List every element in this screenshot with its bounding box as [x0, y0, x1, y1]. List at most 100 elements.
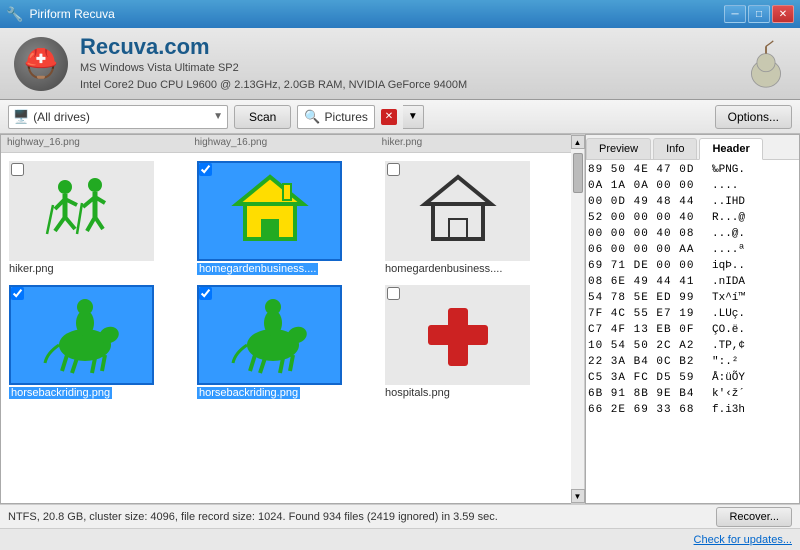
check-updates-link[interactable]: Check for updates... — [694, 534, 792, 546]
hex-bytes: 0A 1A 0A 00 00 — [588, 178, 708, 194]
file-panel: highway_16.png highway_16.png hiker.png — [0, 134, 571, 504]
file-checkbox[interactable] — [387, 163, 400, 176]
app-header: ⛑️ Recuva.com MS Windows Vista Ultimate … — [0, 28, 800, 100]
hex-row: 06 00 00 00 AA....ª — [588, 242, 797, 258]
hex-bytes: 54 78 5E ED 99 — [588, 290, 708, 306]
app-name: Recuva.com — [80, 34, 746, 60]
thumbnail — [385, 161, 530, 261]
close-button[interactable]: ✕ — [772, 5, 794, 23]
hex-bytes: 7F 4C 55 E7 19 — [588, 306, 708, 322]
file-type-dropdown-button[interactable]: ▼ — [403, 105, 424, 129]
hex-bytes: 10 54 50 2C A2 — [588, 338, 708, 354]
title-bar: 🔧 Piriform Recuva ─ □ ✕ — [0, 0, 800, 28]
hex-bytes: 00 0D 49 48 44 — [588, 194, 708, 210]
main-content: highway_16.png highway_16.png hiker.png — [0, 134, 800, 504]
hex-ascii: ....ª — [708, 242, 745, 258]
drive-label: (All drives) — [33, 110, 213, 124]
search-icon: 🔍 — [304, 109, 320, 125]
hex-view: 89 50 4E 47 0D‰PNG.0A 1A 0A 00 00....00 … — [586, 160, 799, 503]
col-header-2: highway_16.png — [192, 136, 379, 151]
hex-ascii: .LUç. — [708, 306, 745, 322]
hex-row: 69 71 DE 00 00iqÞ.. — [588, 258, 797, 274]
file-checkbox[interactable] — [199, 287, 212, 300]
list-item[interactable]: hiker.png — [5, 157, 191, 279]
options-button[interactable]: Options... — [715, 105, 792, 129]
minimize-button[interactable]: ─ — [724, 5, 746, 23]
tab-header[interactable]: Header — [699, 138, 762, 160]
scan-button[interactable]: Scan — [234, 105, 291, 129]
file-checkbox[interactable] — [387, 287, 400, 300]
hex-bytes: 89 50 4E 47 0D — [588, 162, 708, 178]
drive-selector[interactable]: 🖥️ (All drives) ▼ — [8, 105, 228, 129]
hex-ascii: .... — [708, 178, 738, 194]
app-logo: ⛑️ — [14, 37, 68, 91]
file-grid: hiker.png — [1, 153, 571, 503]
thumbnail — [197, 161, 342, 261]
file-panel-scrollbar[interactable]: ▲ ▼ — [571, 134, 585, 504]
preview-tabs: Preview Info Header — [586, 135, 799, 160]
status-text: NTFS, 20.8 GB, cluster size: 4096, file … — [8, 511, 498, 523]
list-item[interactable]: horsebackriding.png — [5, 281, 191, 403]
file-column-headers: highway_16.png highway_16.png hiker.png — [1, 135, 571, 153]
hex-ascii: Tx^í™ — [708, 290, 745, 306]
hex-row: 66 2E 69 33 68f.i3h — [588, 402, 797, 418]
hex-row: 7F 4C 55 E7 19.LUç. — [588, 306, 797, 322]
hex-row: 10 54 50 2C A2.TP,¢ — [588, 338, 797, 354]
recover-button[interactable]: Recover... — [716, 507, 792, 527]
hex-bytes: 69 71 DE 00 00 — [588, 258, 708, 274]
hex-row: 54 78 5E ED 99Tx^í™ — [588, 290, 797, 306]
list-item[interactable]: homegardenbusiness.... — [193, 157, 379, 279]
tab-preview[interactable]: Preview — [586, 138, 651, 159]
hex-bytes: 66 2E 69 33 68 — [588, 402, 708, 418]
hex-bytes: 00 00 00 40 08 — [588, 226, 708, 242]
file-checkbox[interactable] — [11, 163, 24, 176]
list-item[interactable]: homegardenbusiness.... — [381, 157, 567, 279]
preview-panel: Preview Info Header 89 50 4E 47 0D‰PNG.0… — [585, 134, 800, 504]
toolbar: 🖥️ (All drives) ▼ Scan 🔍 Pictures ✕ ▼ Op… — [0, 100, 800, 134]
col-header-1: highway_16.png — [5, 136, 192, 151]
tab-info[interactable]: Info — [653, 138, 697, 159]
file-checkbox[interactable] — [11, 287, 24, 300]
drive-dropdown-arrow: ▼ — [213, 111, 223, 122]
hex-row: 22 3A B4 0C B2":.² — [588, 354, 797, 370]
drive-icon: 🖥️ — [13, 109, 29, 125]
hex-row: C7 4F 13 EB 0FÇO.ë. — [588, 322, 797, 338]
hex-row: 6B 91 8B 9E B4k'‹ž´ — [588, 386, 797, 402]
hex-ascii: ÇO.ë. — [708, 322, 745, 338]
hex-ascii: k'‹ž´ — [708, 386, 745, 402]
list-item[interactable]: hospitals.png — [381, 281, 567, 403]
hex-ascii: ...@. — [708, 226, 745, 242]
hex-bytes: C5 3A FC D5 59 — [588, 370, 708, 386]
file-checkbox[interactable] — [199, 163, 212, 176]
window-controls: ─ □ ✕ — [724, 5, 794, 23]
maximize-button[interactable]: □ — [748, 5, 770, 23]
hex-ascii: R...@ — [708, 210, 745, 226]
hex-row: 08 6E 49 44 41.nIDA — [588, 274, 797, 290]
clear-filter-button[interactable]: ✕ — [381, 109, 397, 125]
hex-ascii: ‰PNG. — [708, 162, 745, 178]
hex-ascii: .nIDA — [708, 274, 745, 290]
scroll-down-arrow[interactable]: ▼ — [571, 489, 585, 503]
hex-row: 89 50 4E 47 0D‰PNG. — [588, 162, 797, 178]
hex-row: 00 0D 49 48 44..IHD — [588, 194, 797, 210]
list-item[interactable]: horsebackriding.png — [193, 281, 379, 403]
file-name: horsebackriding.png — [9, 387, 112, 399]
link-bar: Check for updates... — [0, 528, 800, 550]
window-title: Piriform Recuva — [29, 7, 724, 21]
hex-bytes: C7 4F 13 EB 0F — [588, 322, 708, 338]
hex-bytes: 6B 91 8B 9E B4 — [588, 386, 708, 402]
scroll-up-arrow[interactable]: ▲ — [571, 135, 585, 149]
thumbnail — [9, 285, 154, 385]
file-name: horsebackriding.png — [197, 387, 300, 399]
system-info-2: Intel Core2 Duo CPU L9600 @ 2.13GHz, 2.0… — [80, 77, 746, 94]
file-name: hospitals.png — [385, 387, 450, 399]
thumbnail — [9, 161, 154, 261]
logo-circle: ⛑️ — [14, 37, 68, 91]
hex-row: 52 00 00 00 40R...@ — [588, 210, 797, 226]
hex-ascii: iqÞ.. — [708, 258, 745, 274]
hex-ascii: f.i3h — [708, 402, 745, 418]
scroll-thumb[interactable] — [573, 153, 583, 193]
file-name: homegardenbusiness.... — [385, 263, 502, 275]
hex-ascii: Å:üÕY — [708, 370, 745, 386]
hex-ascii: .TP,¢ — [708, 338, 745, 354]
